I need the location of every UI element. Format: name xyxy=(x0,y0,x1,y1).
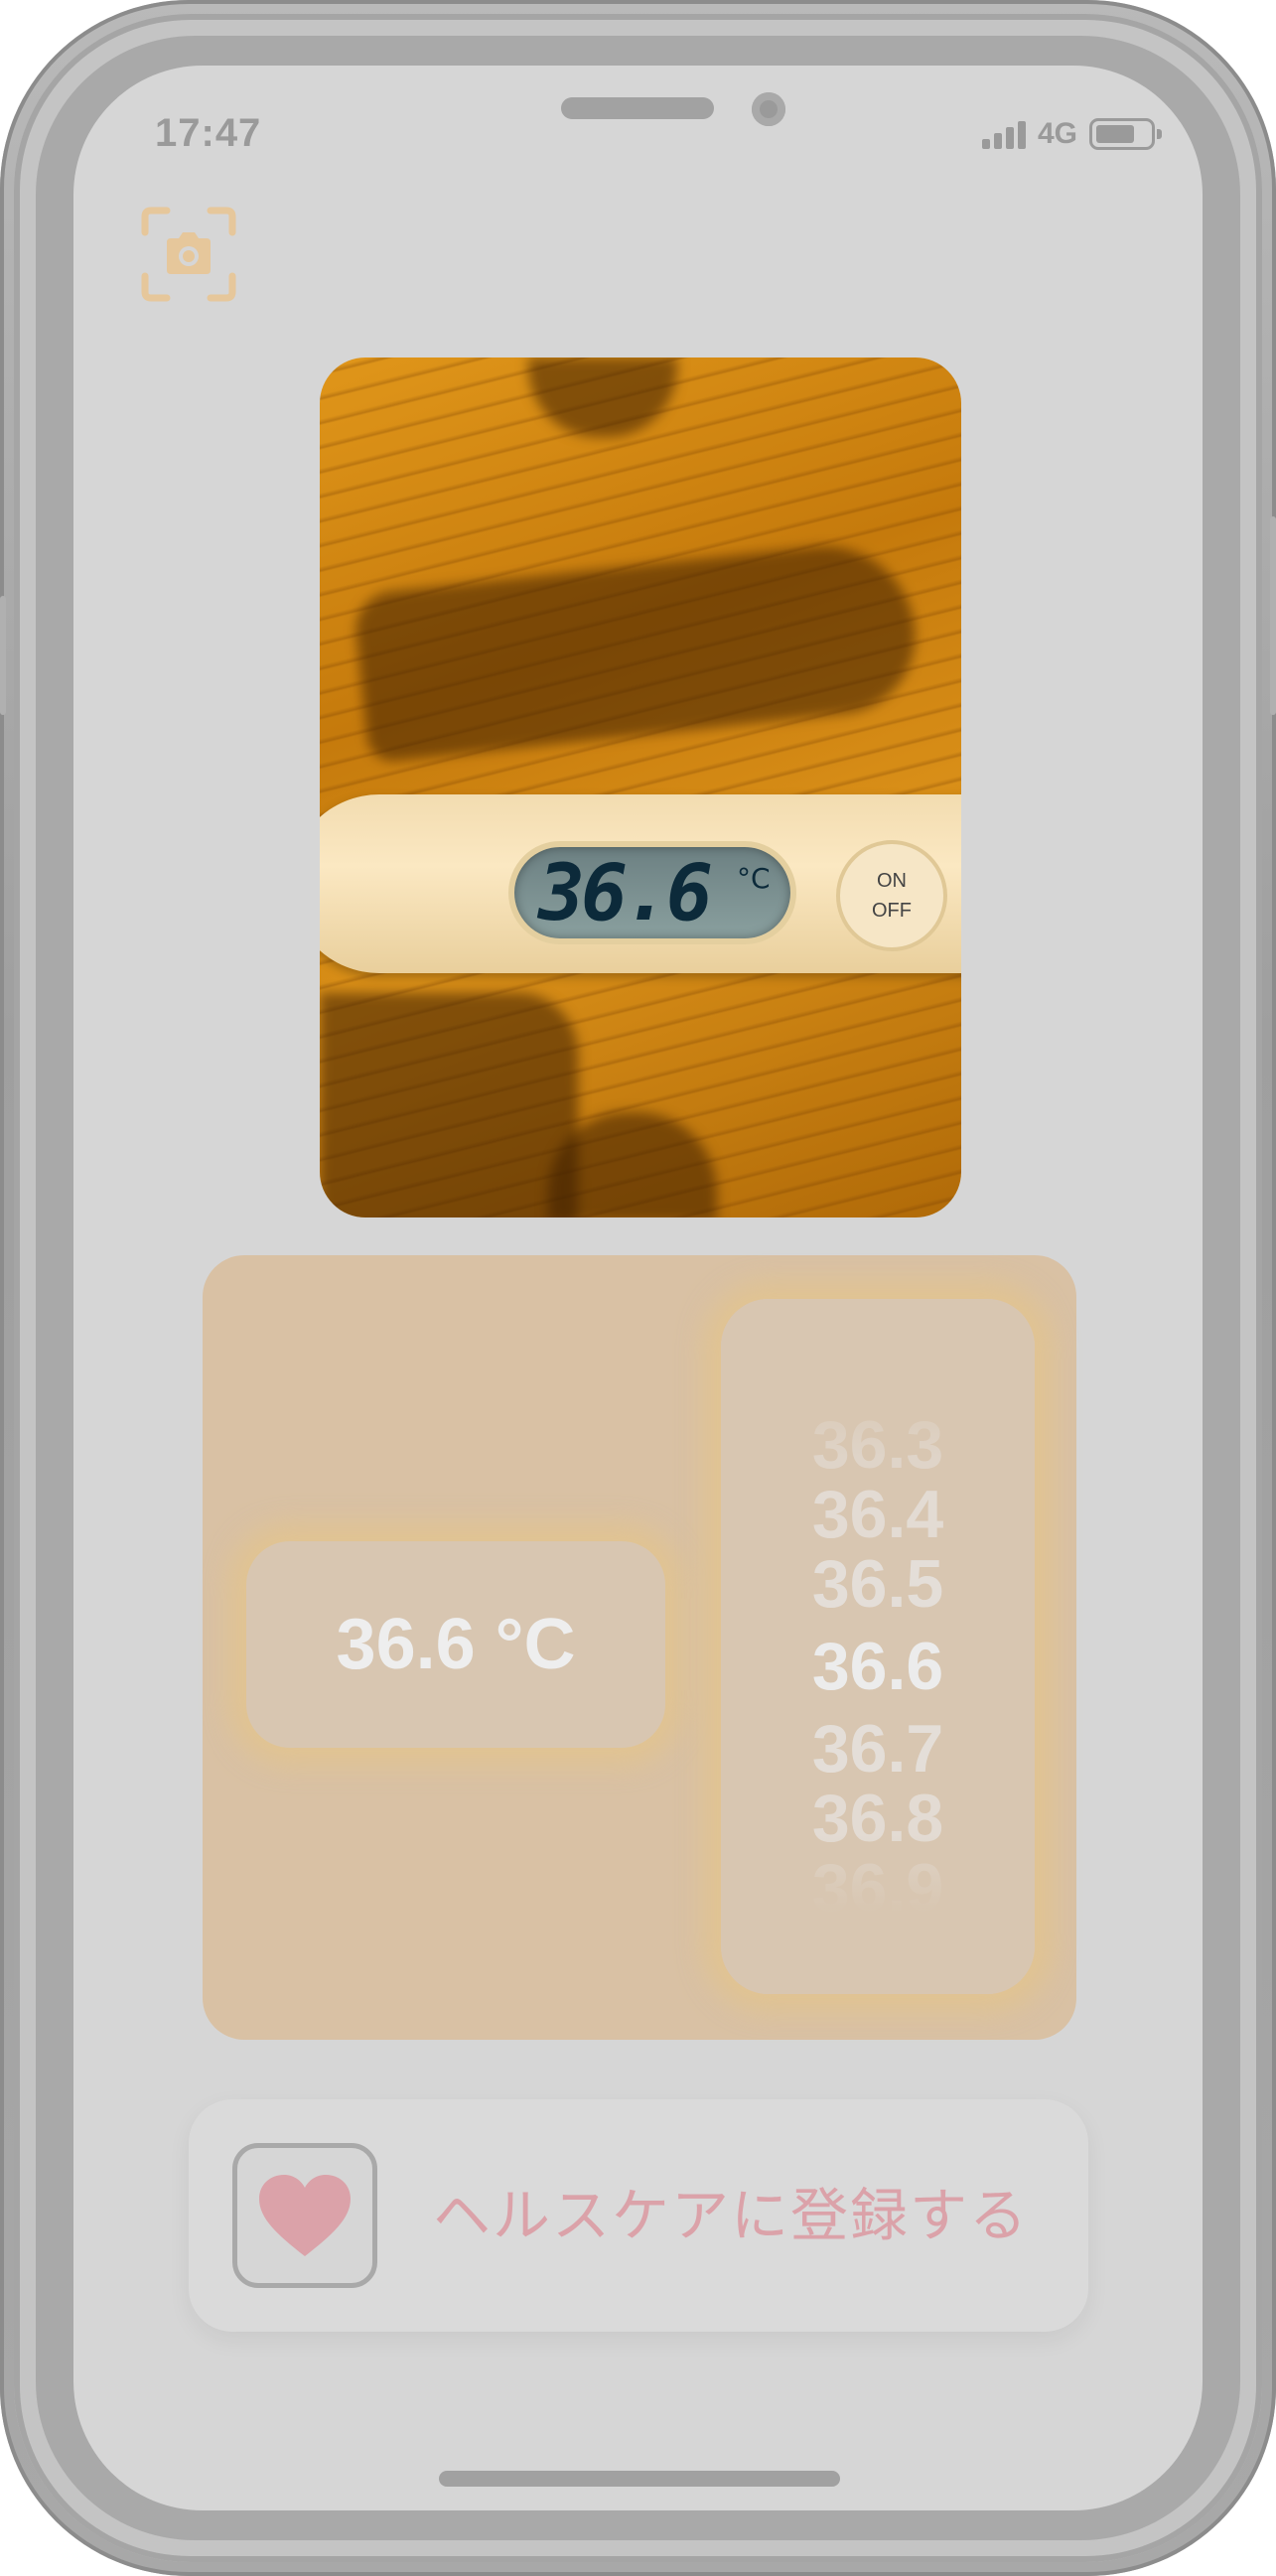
picker-option[interactable]: 36.8 xyxy=(721,1784,1035,1853)
status-time: 17:47 xyxy=(155,111,262,155)
register-healthcare-button[interactable]: ヘルスケアに登録する xyxy=(189,2099,1088,2332)
camera-scan-button[interactable] xyxy=(139,205,238,304)
battery-icon xyxy=(1089,118,1162,150)
app-screen: 17:47 4G 36.6 °C ON OFF 36.6 °C 36.3 36.… xyxy=(73,66,1203,2510)
off-label: OFF xyxy=(872,900,912,922)
speaker-grille xyxy=(561,97,714,119)
home-indicator[interactable] xyxy=(439,2471,840,2487)
temperature-value: 36.6 °C xyxy=(246,1541,665,1748)
thermometer-photo: 36.6 °C ON OFF xyxy=(320,358,961,1217)
reading-panel: 36.6 °C 36.3 36.4 36.5 36.6 36.7 36.8 36… xyxy=(203,1255,1076,2040)
volume-button xyxy=(0,596,6,715)
lcd-unit: °C xyxy=(737,862,771,895)
signal-icon xyxy=(981,119,1026,149)
picker-option-selected[interactable]: 36.6 xyxy=(721,1632,1035,1701)
picker-option[interactable]: 36.4 xyxy=(721,1480,1035,1549)
picker-option[interactable]: 36.7 xyxy=(721,1714,1035,1784)
photo-shadow xyxy=(352,537,923,764)
picker-option[interactable]: 36.3 xyxy=(721,1410,1035,1480)
health-app-icon xyxy=(232,2143,377,2288)
status-indicators: 4G xyxy=(981,117,1162,151)
lcd-reading: 36.6 xyxy=(538,849,713,938)
picker-option[interactable]: 36.5 xyxy=(721,1549,1035,1619)
register-healthcare-label: ヘルスケアに登録する xyxy=(433,2182,1030,2249)
temperature-picker[interactable]: 36.3 36.4 36.5 36.6 36.7 36.8 36.9 xyxy=(721,1299,1035,1994)
network-type: 4G xyxy=(1037,117,1077,150)
picker-option[interactable]: 36.9 xyxy=(721,1853,1035,1923)
photo-shadow xyxy=(320,993,578,1217)
camera-scan-icon xyxy=(141,207,236,302)
photo-shadow xyxy=(528,358,677,437)
on-label: ON xyxy=(877,870,907,892)
side-button xyxy=(1270,516,1276,715)
on-off-button: ON OFF xyxy=(836,840,947,951)
heart-icon xyxy=(259,2175,351,2256)
front-camera xyxy=(752,92,785,126)
